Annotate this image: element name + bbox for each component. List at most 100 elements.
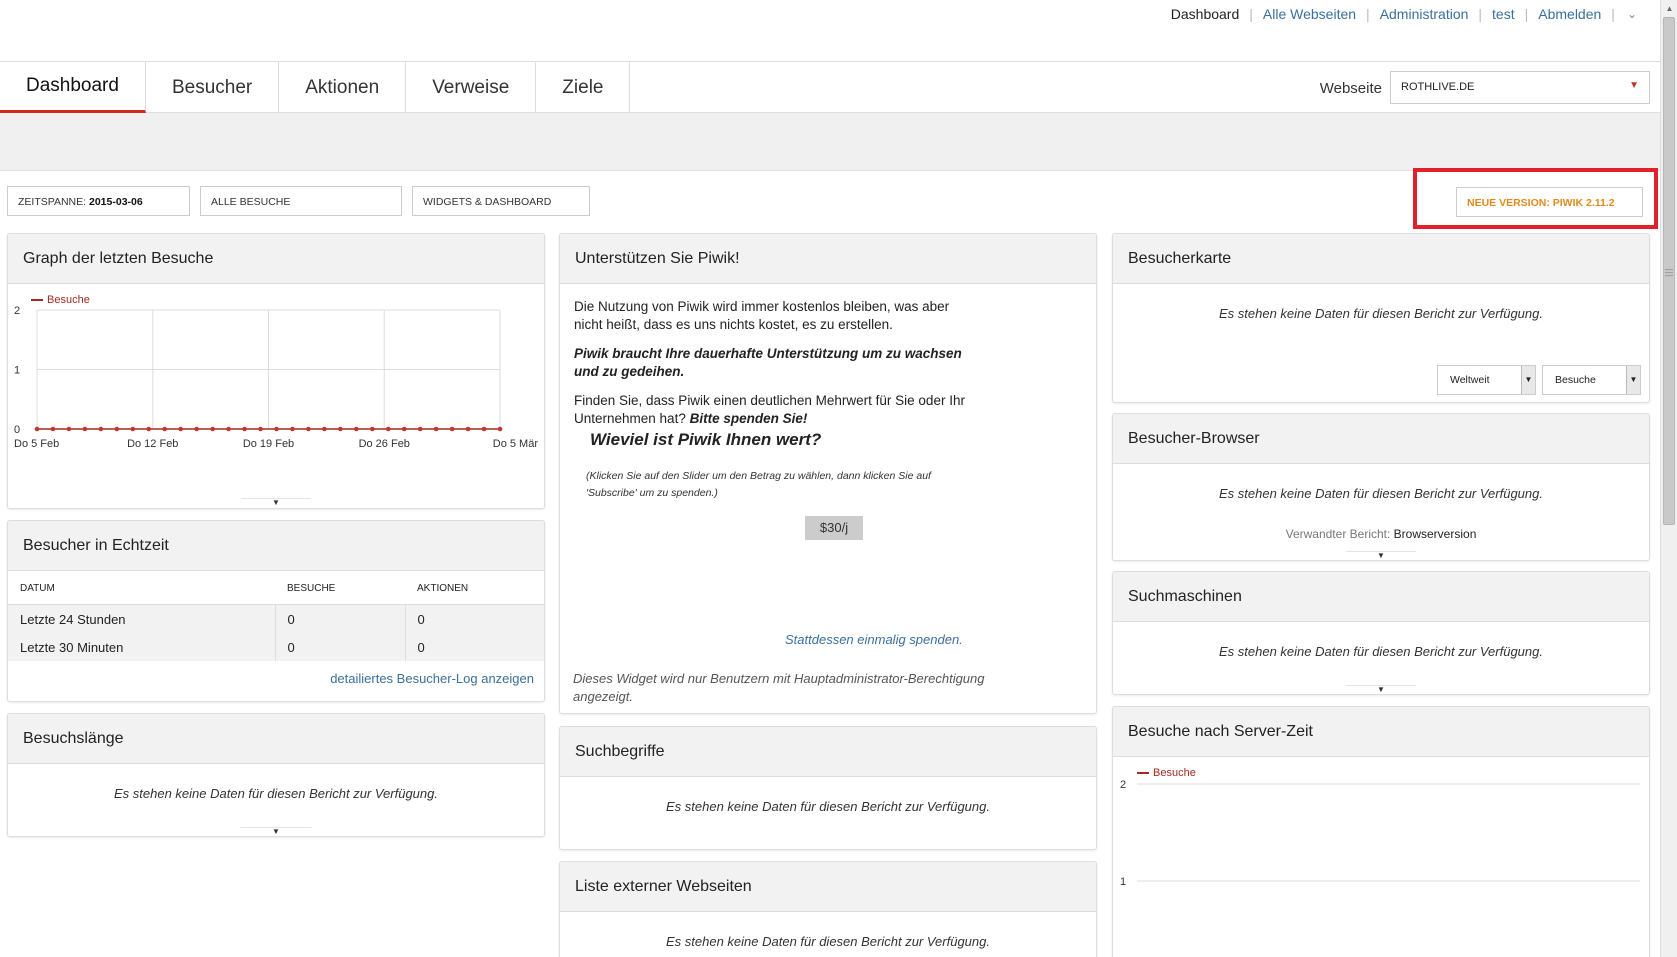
expand-icon[interactable]: ▼ (241, 498, 311, 508)
data-point[interactable] (481, 426, 487, 432)
widget-title: Besucher in Echtzeit (8, 521, 544, 571)
widget-title: Liste externer Webseiten (560, 862, 1096, 912)
tab-besucher[interactable]: Besucher (146, 62, 280, 113)
toplink-logout[interactable]: Abmelden (1538, 6, 1601, 22)
no-data-message: Es stehen keine Daten für diesen Bericht… (114, 786, 438, 801)
donate-once-link[interactable]: Stattdessen einmalig spenden. (785, 632, 963, 647)
grip-icon: — — — (1665, 265, 1673, 280)
widget-keywords: Suchbegriffe Es stehen keine Daten für d… (559, 726, 1097, 850)
metric-select[interactable]: Besuche ▼ (1542, 365, 1641, 395)
site-selector[interactable]: ROTHLIVE.DE ▼ (1390, 71, 1650, 104)
no-data-message: Es stehen keine Daten für diesen Bericht… (1219, 486, 1543, 501)
dropdown-arrow-icon: ▼ (1521, 366, 1535, 394)
visitor-log-link[interactable]: detailiertes Besucher-Log anzeigen (8, 661, 544, 686)
support-text: Die Nutzung von Piwik wird immer kostenl… (560, 284, 990, 453)
region-select[interactable]: Weltweit ▼ (1437, 365, 1536, 395)
data-point[interactable] (34, 426, 40, 432)
data-point[interactable] (258, 426, 263, 432)
data-point[interactable] (50, 426, 56, 432)
related-report: Verwandter Bericht: Browserversion (1113, 527, 1649, 541)
widget-server-time: Besuche nach Server-Zeit Besuche 2 1 (1112, 706, 1650, 957)
legend-swatch (31, 299, 43, 302)
column-header: DATUM (8, 571, 275, 605)
expand-icon[interactable]: ▼ (1346, 685, 1416, 694)
data-point[interactable] (98, 426, 104, 432)
tab-ziele[interactable]: Ziele (536, 62, 631, 113)
toplink-all-sites[interactable]: Alle Webseiten (1263, 6, 1356, 22)
widget-realtime: Besucher in Echtzeit DATUM BESUCHE AKTIO… (7, 520, 545, 702)
segment-selector[interactable]: ALLE BESUCHE (200, 186, 402, 216)
new-version-button[interactable]: NEUE VERSION: PIWIK 2.11.2 (1456, 187, 1643, 217)
period-value: 2015-03-06 (89, 196, 143, 208)
data-point[interactable] (497, 426, 503, 432)
data-point[interactable] (449, 426, 455, 432)
chevron-down-icon[interactable]: ⌄ (1627, 7, 1637, 21)
visits-chart: 0 1 2 Do 5 Feb Do 12 Feb Do 19 Feb Do 26 Feb Do… (14, 305, 538, 450)
data-point[interactable] (401, 426, 407, 432)
toplink-dashboard[interactable]: Dashboard (1171, 6, 1240, 22)
data-point[interactable] (338, 426, 343, 432)
data-point[interactable] (433, 426, 439, 432)
x-tick-label: Do 5 Feb (14, 438, 59, 450)
toplink-administration[interactable]: Administration (1380, 6, 1469, 22)
data-point[interactable] (130, 426, 136, 432)
y-tick-label: 1 (14, 365, 20, 377)
donate-call: Bitte spenden Sie! (689, 411, 808, 426)
tab-dashboard[interactable]: Dashboard (0, 62, 146, 113)
data-point[interactable] (306, 426, 311, 432)
expand-icon[interactable]: ▼ (241, 827, 311, 836)
separator: | (1249, 6, 1253, 22)
x-tick-label: Do 26 Feb (359, 438, 410, 450)
widget-title: Graph der letzten Besuche (8, 234, 544, 284)
data-point[interactable] (226, 426, 231, 432)
data-point[interactable] (66, 426, 72, 432)
widget-title: Suchbegriffe (560, 727, 1096, 777)
donation-instructions: (Klicken Sie auf den Slider um den Betra… (586, 470, 931, 499)
separator: | (1478, 6, 1483, 22)
site-selector-value: ROTHLIVE.DE (1401, 81, 1475, 93)
table-row: Letzte 30 Minuten 0 0 (8, 633, 544, 661)
data-point[interactable] (242, 426, 247, 432)
page-scrollbar[interactable]: ▲ — — — (1660, 0, 1677, 957)
data-point[interactable] (178, 426, 183, 432)
realtime-table: DATUM BESUCHE AKTIONEN Letzte 24 Stunden… (8, 571, 544, 661)
data-point[interactable] (194, 426, 199, 432)
no-data-message: Es stehen keine Daten für diesen Bericht… (666, 934, 990, 949)
tab-verweise[interactable]: Verweise (406, 62, 537, 113)
data-point[interactable] (354, 426, 359, 432)
data-point[interactable] (162, 426, 168, 432)
table-cell: 0 (275, 604, 406, 633)
data-point[interactable] (146, 426, 152, 432)
data-point[interactable] (417, 426, 423, 432)
widget-title: Besuchslänge (8, 714, 544, 764)
data-point[interactable] (290, 426, 295, 432)
widget-browsers: Besucher-Browser Es stehen keine Daten f… (1112, 413, 1650, 561)
data-point[interactable] (274, 426, 279, 432)
scroll-up-arrow-icon[interactable]: ▲ (1661, 0, 1677, 17)
widget-title: Suchmaschinen (1113, 572, 1649, 622)
chart-legend: Besuche (31, 294, 90, 306)
donation-heading: Wieviel ist Piwik Ihnen wert? (590, 430, 822, 449)
separator: | (1524, 6, 1529, 22)
expand-icon[interactable]: ▼ (1346, 551, 1416, 560)
data-point[interactable] (82, 426, 88, 432)
toplink-user[interactable]: test (1492, 6, 1515, 22)
widgets-dashboard-button[interactable]: WIDGETS & DASHBOARD (412, 186, 590, 216)
widget-visit-length: Besuchslänge Es stehen keine Daten für d… (7, 713, 545, 837)
data-point[interactable] (114, 426, 120, 432)
related-report-link[interactable]: Browserversion (1394, 527, 1477, 541)
data-point[interactable] (210, 426, 215, 432)
widget-search-engines: Suchmaschinen Es stehen keine Daten für … (1112, 571, 1650, 695)
tab-aktionen[interactable]: Aktionen (279, 62, 407, 113)
data-point[interactable] (465, 426, 471, 432)
data-point[interactable] (385, 426, 391, 432)
metric-select-value: Besuche (1555, 374, 1596, 386)
data-point[interactable] (322, 426, 327, 432)
table-cell: Letzte 24 Stunden (8, 604, 276, 633)
data-point[interactable] (369, 426, 375, 432)
related-report-label: Verwandter Bericht: (1285, 527, 1391, 541)
widget-title: Besuche nach Server-Zeit (1113, 707, 1649, 757)
widget-external-sites: Liste externer Webseiten Es stehen keine… (559, 861, 1097, 957)
period-selector[interactable]: ZEITSPANNE: 2015-03-06 (7, 186, 190, 216)
donation-slider-handle[interactable]: $30/j (805, 516, 863, 540)
